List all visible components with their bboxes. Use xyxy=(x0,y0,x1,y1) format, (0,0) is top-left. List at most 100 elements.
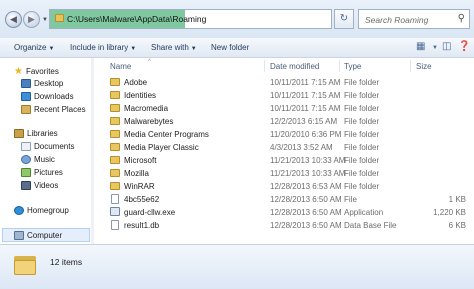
file-name: Media Player Classic xyxy=(124,143,199,152)
new-folder-button[interactable]: New folder xyxy=(211,43,249,52)
nav-item-pictures[interactable]: Pictures xyxy=(21,168,63,177)
column-header-size[interactable]: Size xyxy=(416,58,432,74)
file-row[interactable]: Adobe 10/11/2011 7:15 AM File folder xyxy=(96,76,474,89)
file-name: result1.db xyxy=(124,221,160,230)
folder-icon xyxy=(110,91,120,99)
search-input[interactable]: Search Roaming ⚲ xyxy=(358,9,470,29)
nav-item-label: Desktop xyxy=(34,79,64,88)
file-icon xyxy=(111,194,119,204)
nav-item-videos[interactable]: Videos xyxy=(21,181,58,190)
file-name: Macromedia xyxy=(124,104,169,113)
forward-arrow-icon: ▶ xyxy=(28,14,35,24)
organize-label: Organize xyxy=(14,43,47,52)
refresh-button[interactable]: ↻ xyxy=(334,9,354,29)
file-name: guard-cllw.exe xyxy=(124,208,176,217)
nav-item-libraries[interactable]: Libraries xyxy=(14,129,58,138)
share-with-button[interactable]: Share with ▼ xyxy=(151,43,197,52)
column-header-name[interactable]: Name xyxy=(110,58,131,74)
chevron-down-icon[interactable]: ▼ xyxy=(432,41,438,52)
star-icon: ★ xyxy=(14,66,23,77)
nav-item-label: Documents xyxy=(34,142,75,151)
file-type: File folder xyxy=(344,143,380,152)
homegroup-icon xyxy=(14,206,24,215)
nav-item-recent-places[interactable]: Recent Places xyxy=(21,105,86,114)
folder-icon xyxy=(14,253,36,275)
column-header-date-modified[interactable]: Date modified xyxy=(270,58,319,74)
nav-item-documents[interactable]: Documents xyxy=(21,142,74,151)
file-row[interactable]: Malwarebytes 12/2/2013 6:15 AM File folder xyxy=(96,115,474,128)
file-name: Identities xyxy=(124,91,157,100)
nav-item-label: Computer xyxy=(27,231,63,240)
address-bar[interactable]: C:\Users\Malware\AppData\Roaming xyxy=(49,9,332,29)
folder-front xyxy=(14,260,36,275)
file-type: File xyxy=(344,195,357,204)
file-name: WinRAR xyxy=(124,182,155,191)
folder-icon xyxy=(110,169,120,177)
file-list: Name ^ Date modified Type Size Adobe 10/1… xyxy=(96,58,474,244)
downloads-icon xyxy=(21,92,31,101)
nav-item-music[interactable]: Music xyxy=(21,155,55,164)
nav-item-downloads[interactable]: Downloads xyxy=(21,92,74,101)
nav-item-label: Homegroup xyxy=(27,206,69,215)
file-date: 12/28/2013 6:50 AM xyxy=(270,208,342,217)
documents-icon xyxy=(21,142,31,151)
file-row[interactable]: Media Center Programs 11/20/2010 6:36 PM F… xyxy=(96,128,474,141)
file-date: 10/11/2011 7:15 AM xyxy=(270,78,341,87)
file-type: File folder xyxy=(344,104,380,113)
nav-item-desktop[interactable]: Desktop xyxy=(21,79,63,88)
file-row[interactable]: Macromedia 10/11/2011 7:15 AM File folder xyxy=(96,102,474,115)
address-path[interactable]: C:\Users\Malware\AppData\Roaming xyxy=(67,14,206,24)
file-row[interactable]: result1.db 12/28/2013 6:50 AM Data Base Fi… xyxy=(96,219,474,232)
search-icon[interactable]: ⚲ xyxy=(458,13,465,24)
help-icon[interactable]: ❓ xyxy=(458,41,470,52)
back-button[interactable]: ◀ xyxy=(5,11,22,28)
forward-button[interactable]: ▶ xyxy=(23,11,40,28)
search-placeholder: Search Roaming xyxy=(365,15,429,25)
column-divider[interactable] xyxy=(264,60,265,72)
nav-item-computer[interactable]: Computer xyxy=(14,231,62,240)
file-type: File folder xyxy=(344,169,380,178)
item-count: 12 items xyxy=(50,257,83,267)
file-row[interactable]: Identities 10/11/2011 7:15 AM File folder xyxy=(96,89,474,102)
folder-icon xyxy=(110,143,120,151)
column-divider[interactable] xyxy=(339,60,340,72)
new-folder-label: New folder xyxy=(211,43,250,52)
nav-item-homegroup[interactable]: Homegroup xyxy=(14,206,69,215)
folder-icon xyxy=(55,14,64,22)
file-type: Application xyxy=(344,208,384,217)
file-name: Malwarebytes xyxy=(124,117,174,126)
nav-item-label: Libraries xyxy=(27,129,58,138)
file-date: 11/20/2010 6:36 PM xyxy=(270,130,342,139)
file-row[interactable]: 4bc55e62 12/28/2013 6:50 AM File 1 KB xyxy=(96,193,474,206)
file-type: File folder xyxy=(344,117,380,126)
column-header-type[interactable]: Type xyxy=(344,58,361,74)
file-row[interactable]: Mozilla 11/21/2013 10:33 AM File folder xyxy=(96,167,474,180)
back-arrow-icon: ◀ xyxy=(10,14,17,24)
music-icon xyxy=(21,155,31,164)
navigation-scrollbar[interactable] xyxy=(91,58,94,244)
recent-pages-dropdown-icon[interactable]: ▼ xyxy=(42,17,48,23)
file-size: 6 KB xyxy=(448,221,466,230)
file-row[interactable]: Microsoft 11/21/2013 10:33 AM File folder xyxy=(96,154,474,167)
change-view-icon[interactable]: ▦ xyxy=(416,41,425,52)
videos-icon xyxy=(21,181,31,190)
preview-pane-icon[interactable]: ◫ xyxy=(442,41,451,52)
address-row: ◀ ▶ ▼ C:\Users\Malware\AppData\Roaming ↻… xyxy=(0,0,474,38)
folder-icon xyxy=(110,78,120,86)
folder-icon xyxy=(110,182,120,190)
file-name: 4bc55e62 xyxy=(124,195,160,204)
organize-button[interactable]: Organize ▼ xyxy=(14,43,54,52)
folder-icon xyxy=(110,117,120,125)
nav-item-favorites[interactable]: ★ Favorites xyxy=(14,66,59,77)
refresh-icon: ↻ xyxy=(339,13,349,24)
nav-item-label: Music xyxy=(34,155,55,164)
details-pane: 12 items xyxy=(0,244,474,289)
folder-icon xyxy=(110,130,120,138)
folder-icon xyxy=(110,156,120,164)
file-type: File folder xyxy=(344,78,380,87)
file-row[interactable]: Media Player Classic 4/3/2013 3:52 AM File… xyxy=(96,141,474,154)
include-in-library-button[interactable]: Include in library ▼ xyxy=(70,43,136,52)
column-divider[interactable] xyxy=(410,60,411,72)
file-row[interactable]: WinRAR 12/28/2013 6:53 AM File folder xyxy=(96,180,474,193)
file-row[interactable]: guard-cllw.exe 12/28/2013 6:50 AM Applicat… xyxy=(96,206,474,219)
